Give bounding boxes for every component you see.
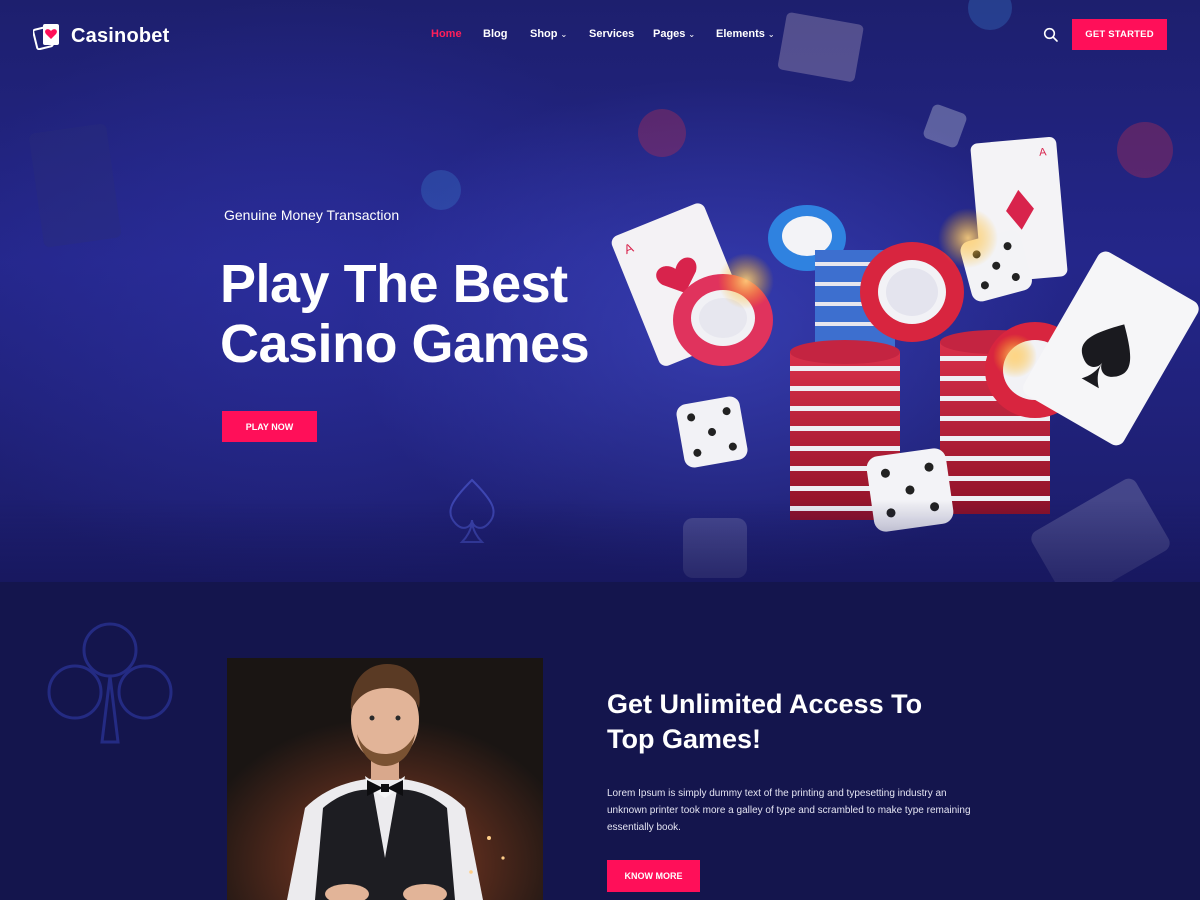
nav-label: Blog — [483, 28, 508, 40]
search-icon — [1043, 27, 1058, 42]
logo-text: Casinobet — [71, 24, 170, 47]
about-body-text: Lorem Ipsum is simply dummy text of the … — [607, 788, 971, 833]
chevron-down-icon: ⌄ — [688, 29, 696, 39]
about-section: Get Unlimited Access To Top Games! Lorem… — [0, 582, 1200, 900]
hero-kicker: Genuine Money Transaction — [224, 207, 400, 223]
nav-pages[interactable]: Pages ⌄ — [653, 28, 716, 40]
dealer-photo — [227, 658, 543, 900]
hero-title: Play The Best Casino Games — [220, 254, 640, 374]
nav-label: Home — [431, 28, 462, 40]
hero-title-line1: Play The Best — [220, 254, 568, 314]
nav-label: Services — [589, 28, 635, 40]
hero-section: A A Casinobet Home Blog Shop ⌄ Services … — [0, 0, 1200, 582]
nav-services[interactable]: Services — [589, 28, 653, 40]
about-title: Get Unlimited Access To Top Games! — [607, 687, 967, 757]
svg-text:A: A — [1039, 146, 1048, 159]
nav-label: Pages — [653, 28, 686, 40]
hero-bottom-shade — [0, 500, 1200, 582]
get-started-button[interactable]: GET STARTED — [1072, 19, 1167, 50]
about-title-line2: Top Games! — [607, 724, 762, 754]
chevron-down-icon: ⌄ — [767, 29, 775, 39]
chevron-down-icon: ⌄ — [560, 29, 568, 39]
main-nav: Home Blog Shop ⌄ Services Pages ⌄ Elemen… — [431, 28, 776, 40]
logo[interactable]: Casinobet — [32, 22, 170, 51]
cards-logo-icon — [32, 22, 63, 51]
nav-label: Shop — [530, 28, 558, 40]
search-button[interactable] — [1043, 27, 1059, 43]
nav-blog[interactable]: Blog — [483, 28, 530, 40]
club-outline-icon — [47, 622, 173, 744]
nav-home[interactable]: Home — [431, 28, 483, 40]
know-more-button[interactable]: KNOW MORE — [607, 860, 700, 892]
nav-elements[interactable]: Elements ⌄ — [716, 28, 776, 40]
hero-title-line2: Casino Games — [220, 314, 590, 374]
play-now-button[interactable]: PLAY NOW — [222, 411, 317, 442]
about-title-line1: Get Unlimited Access To — [607, 689, 923, 719]
nav-shop[interactable]: Shop ⌄ — [530, 28, 589, 40]
nav-label: Elements — [716, 28, 765, 40]
